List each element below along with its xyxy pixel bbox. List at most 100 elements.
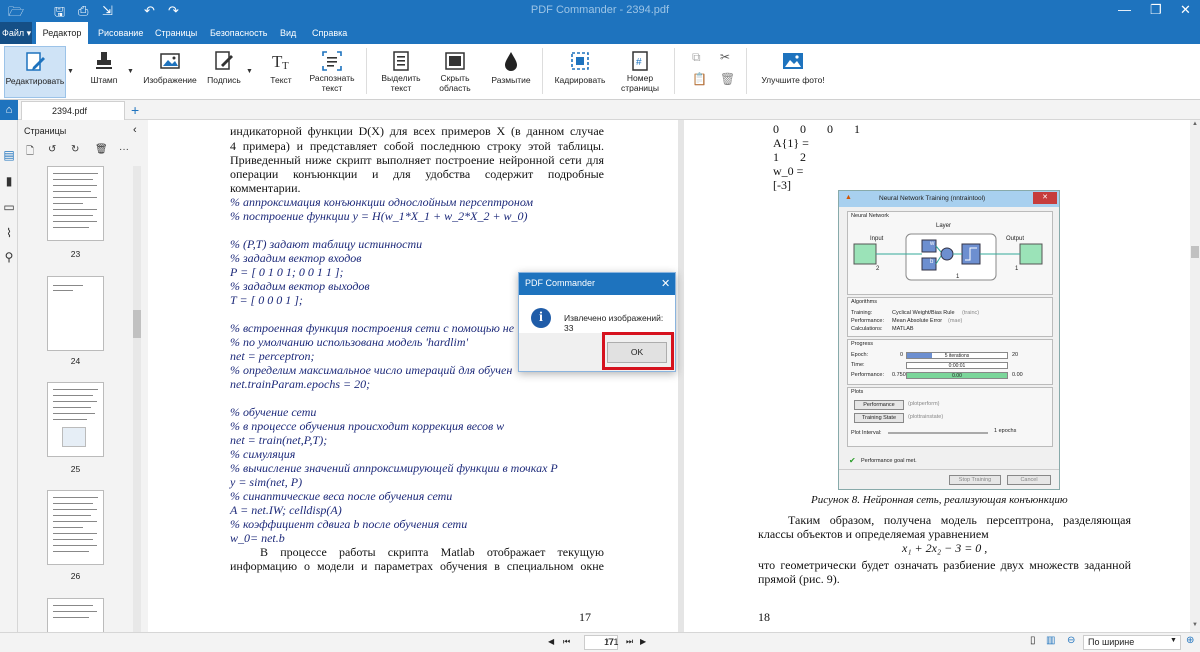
ocr-icon bbox=[322, 51, 342, 71]
tab-security[interactable]: Безопасность bbox=[210, 22, 267, 44]
home-icon[interactable]: ⌂ bbox=[0, 100, 18, 120]
image-icon bbox=[160, 53, 180, 69]
minimize-icon[interactable]: — bbox=[1118, 2, 1131, 17]
nn-algorithms-group: Algorithms Training: Cyclical Weight/Bias… bbox=[847, 297, 1053, 337]
text-line: 4 примера) и представляет собой последню… bbox=[230, 139, 604, 153]
page-thumbnail[interactable] bbox=[47, 490, 104, 565]
separator bbox=[366, 48, 367, 94]
matrix-line: A{1} = bbox=[773, 136, 809, 150]
matrix-line: w_0 = bbox=[773, 164, 804, 178]
new-page-icon[interactable]: 🗋 bbox=[26, 144, 34, 161]
code-line: % коэффициент сдвига b после обучения се… bbox=[230, 517, 468, 531]
first-page-icon[interactable]: ⏮ bbox=[563, 637, 570, 647]
zoom-out-icon[interactable]: ⊖ bbox=[1067, 635, 1075, 646]
chevron-down-icon[interactable]: ▼ bbox=[127, 68, 134, 75]
single-page-view-icon[interactable]: ▯ bbox=[1030, 635, 1036, 646]
page-thumbnail[interactable] bbox=[47, 382, 104, 457]
pages-icon[interactable]: ▤ bbox=[2, 148, 16, 162]
performance-bar: 0.00 bbox=[906, 372, 1008, 379]
page-thumbnail[interactable] bbox=[47, 276, 104, 351]
tab-view[interactable]: Вид bbox=[280, 22, 296, 44]
prev-page-icon[interactable]: ◀ bbox=[548, 637, 554, 646]
ocr-button[interactable]: Распознать текст bbox=[306, 46, 358, 98]
hide-area-button[interactable]: Скрыть область bbox=[432, 46, 478, 98]
zoom-in-icon[interactable]: ⊕ bbox=[1186, 635, 1194, 646]
paste-icon[interactable]: 📋 bbox=[692, 72, 707, 86]
page-number-button[interactable]: # Номер страницы bbox=[616, 46, 664, 98]
image-button[interactable]: Изображение bbox=[142, 46, 198, 98]
text-line: что геометрически будет означать разбиен… bbox=[758, 558, 1131, 572]
code-line: % встроенная функция построения сети с п… bbox=[230, 321, 515, 335]
panel-scrollbar[interactable] bbox=[133, 166, 141, 646]
code-line: % определим максимальное число итераций … bbox=[230, 363, 513, 377]
total-pages: /71 bbox=[606, 637, 619, 647]
text-line: прямой (рис. 9). bbox=[758, 572, 840, 586]
page-number: 17 bbox=[579, 610, 591, 624]
signature-button[interactable]: Подпись bbox=[204, 46, 244, 98]
chevron-down-icon[interactable]: ▼ bbox=[67, 68, 74, 75]
dialog-close-icon[interactable]: ✕ bbox=[661, 277, 670, 290]
separator bbox=[746, 48, 747, 94]
more-icon[interactable]: ··· bbox=[119, 144, 129, 155]
document-tab[interactable]: 2394.pdf bbox=[21, 101, 125, 120]
search-icon[interactable]: ⚲ bbox=[2, 250, 16, 264]
scroll-up-icon[interactable]: ▲ bbox=[1192, 121, 1198, 127]
delete-icon[interactable]: 🗑 bbox=[720, 72, 735, 86]
enhance-photo-button[interactable]: Улучшите фото! bbox=[758, 46, 828, 98]
code-line: % построение функции y = H(w_1*X_1 + w_2… bbox=[230, 209, 528, 223]
edit-button[interactable]: Редактировать bbox=[4, 46, 66, 98]
status-bar: ◀ ⏮ 17 /71 ⏭ ▶ ▯ ▥ ⊖ По ширине ▼ ⊕ bbox=[0, 632, 1200, 652]
code-line: % обучение сети bbox=[230, 405, 317, 419]
thumbnail-number: 26 bbox=[70, 571, 81, 581]
copy-icon[interactable]: ⧉ bbox=[692, 50, 701, 65]
code-line: % аппроксимация конъюнкции однослойным п… bbox=[230, 195, 534, 209]
matlab-icon: ▲ bbox=[845, 194, 852, 201]
code-line: % (P,T) задают таблицу истинности bbox=[230, 237, 423, 251]
tab-help[interactable]: Справка bbox=[312, 22, 347, 44]
last-page-icon[interactable]: ⏭ bbox=[626, 637, 633, 647]
page-17: индикаторной функции D(X) для всех приме… bbox=[148, 120, 678, 632]
matrix-line: 0 0 0 1 bbox=[773, 122, 860, 136]
crop-button[interactable]: Кадрировать bbox=[552, 46, 608, 98]
equation: x₁ + 2x₂ − 3 = 0 , bbox=[902, 541, 988, 555]
page-thumbnail[interactable] bbox=[47, 166, 104, 241]
bookmarks-icon[interactable]: ▮ bbox=[2, 174, 16, 188]
rotate-left-icon[interactable]: ↺ bbox=[48, 144, 56, 155]
tab-editor[interactable]: Редактор bbox=[36, 22, 88, 44]
delete-page-icon[interactable]: 🗑 bbox=[95, 144, 108, 155]
scroll-down-icon[interactable]: ▼ bbox=[1192, 622, 1198, 628]
tab-drawing[interactable]: Рисование bbox=[98, 22, 143, 44]
text-line: Таким образом, получена модель персептро… bbox=[788, 513, 1131, 527]
text-button[interactable]: TT Текст bbox=[264, 46, 298, 98]
select-text-button[interactable]: Выделить текст bbox=[378, 46, 424, 98]
rotate-right-icon[interactable]: ↻ bbox=[71, 144, 79, 155]
maximize-icon[interactable]: ❐ bbox=[1150, 2, 1162, 18]
cut-icon[interactable]: ✂ bbox=[720, 50, 730, 64]
figure-caption: Рисунок 8. Нейронная сеть, реализующая к… bbox=[811, 494, 1068, 506]
time-bar: 0:00:01 bbox=[906, 362, 1008, 369]
window-title: PDF Commander - 2394.pdf bbox=[530, 4, 670, 16]
next-page-icon[interactable]: ▶ bbox=[640, 637, 646, 646]
close-icon[interactable]: ✕ bbox=[1180, 2, 1191, 18]
text-line: информацию о модели и параметрах обучени… bbox=[230, 559, 604, 573]
select-text-icon bbox=[393, 51, 409, 71]
info-icon: i bbox=[531, 308, 551, 328]
tab-file[interactable]: Файл ▾ bbox=[0, 22, 32, 44]
nn-plots-group: Plots Performance (plotperform) Training … bbox=[847, 387, 1053, 447]
left-icon-strip: ▤ ▮ ▭ ⌇ ⚲ bbox=[0, 120, 18, 652]
text-line: комментарии. bbox=[230, 181, 301, 195]
add-tab-icon[interactable]: + bbox=[131, 102, 139, 118]
attachment-icon[interactable]: ⌇ bbox=[2, 226, 16, 240]
chevron-down-icon[interactable]: ▼ bbox=[246, 68, 253, 75]
svg-text:T: T bbox=[282, 60, 289, 72]
blur-button[interactable]: Размытие bbox=[488, 46, 534, 98]
zoom-select[interactable]: По ширине ▼ bbox=[1083, 635, 1181, 650]
vertical-scrollbar[interactable]: ▲ ▼ bbox=[1190, 120, 1200, 632]
tab-pages[interactable]: Страницы bbox=[155, 22, 197, 44]
ribbon-tabs: Файл ▾ Редактор Рисование Страницы Безоп… bbox=[0, 22, 1200, 44]
collapse-panel-icon[interactable]: ‹ bbox=[133, 124, 137, 136]
stamp-button[interactable]: Штамп bbox=[84, 46, 124, 98]
comments-icon[interactable]: ▭ bbox=[2, 200, 16, 214]
two-page-view-icon[interactable]: ▥ bbox=[1046, 635, 1055, 646]
code-line: T = [ 0 0 0 1 ]; bbox=[230, 293, 303, 307]
